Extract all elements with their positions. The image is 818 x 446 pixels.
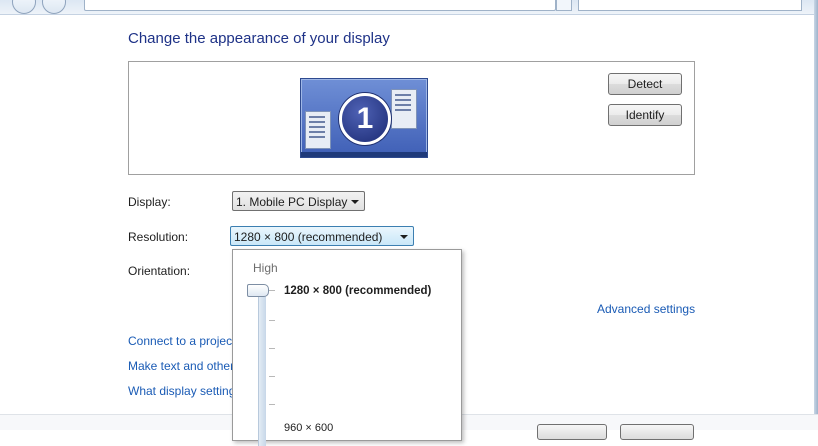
display-preview-area: 1 Detect Identify — [128, 61, 695, 175]
resolution-select-value: 1280 × 800 (recommended) — [234, 230, 383, 244]
connect-projector-link[interactable]: Connect to a projec — [128, 334, 232, 348]
resolution-label: Resolution: — [128, 230, 189, 244]
resolution-slider-popup: High 1280 × 800 (recommended) 960 × 600 — [232, 249, 462, 446]
cancel-button[interactable] — [620, 424, 694, 440]
slider-tick — [269, 376, 275, 377]
window-frame-edge — [814, 0, 818, 429]
slider-tick — [269, 320, 275, 321]
display-settings-help-link[interactable]: What display setting — [128, 384, 235, 398]
preview-taskbar — [301, 152, 427, 157]
orientation-label: Orientation: — [128, 264, 191, 278]
ok-button[interactable] — [537, 424, 607, 440]
address-bar[interactable] — [84, 0, 556, 11]
address-dropdown-button[interactable] — [556, 0, 572, 11]
slider-option-low[interactable]: 960 × 600 — [284, 422, 333, 434]
slider-option-current[interactable]: 1280 × 800 (recommended) — [284, 285, 431, 297]
chevron-down-icon — [400, 235, 408, 239]
display-label: Display: — [128, 195, 171, 209]
resolution-select[interactable]: 1280 × 800 (recommended) — [230, 226, 414, 246]
slider-tick — [269, 348, 275, 349]
preview-window-icon — [305, 111, 331, 149]
slider-high-label: High — [253, 261, 278, 275]
forward-button[interactable] — [42, 0, 66, 14]
monitor-1-icon[interactable]: 1 — [300, 78, 428, 158]
display-select-value: 1. Mobile PC Display — [236, 195, 348, 209]
page-title: Change the appearance of your display — [128, 30, 390, 47]
chevron-down-icon — [351, 200, 359, 204]
text-size-link[interactable]: Make text and other — [128, 359, 234, 373]
detect-button[interactable]: Detect — [608, 73, 682, 95]
resolution-slider-thumb[interactable] — [247, 284, 269, 297]
slider-tick — [269, 404, 275, 405]
monitor-number-badge: 1 — [339, 93, 391, 145]
advanced-settings-link[interactable]: Advanced settings — [597, 302, 695, 316]
display-select[interactable]: 1. Mobile PC Display — [232, 191, 365, 211]
slider-tick — [269, 290, 275, 291]
search-box[interactable] — [578, 0, 802, 11]
preview-window-icon — [391, 89, 417, 129]
window-toolbar — [0, 0, 818, 15]
resolution-slider-track[interactable] — [258, 286, 266, 446]
back-button[interactable] — [12, 0, 36, 14]
identify-button[interactable]: Identify — [608, 104, 682, 126]
